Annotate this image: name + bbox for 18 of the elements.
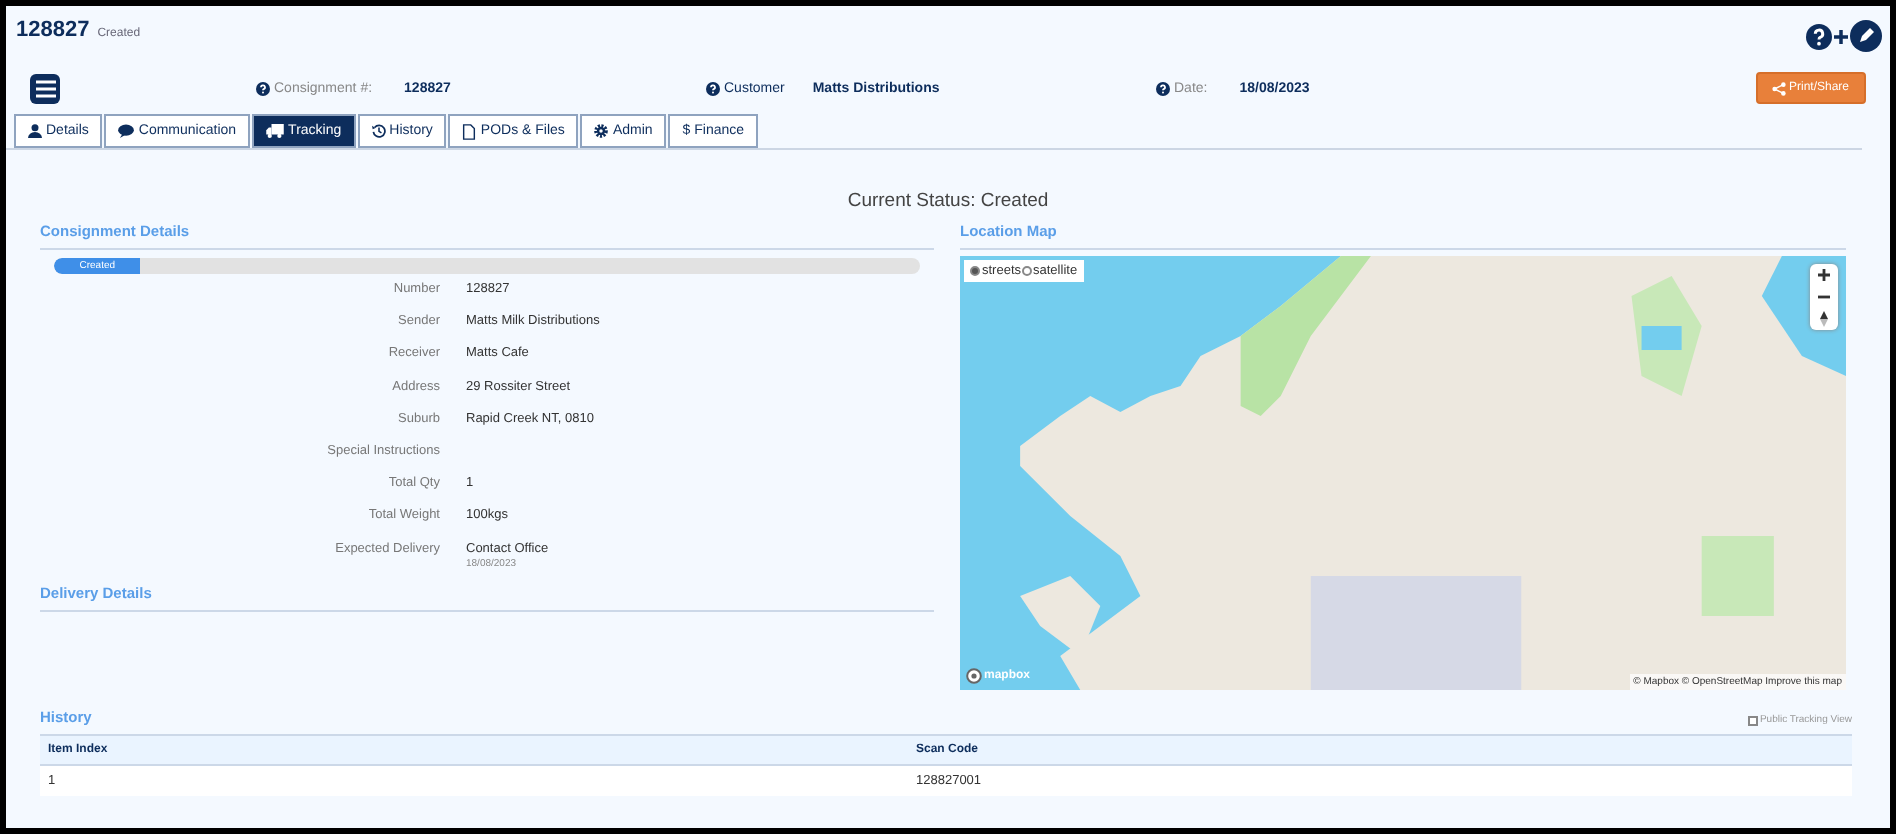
speech-bubble-icon xyxy=(118,124,135,138)
current-status-text: Current Status: Created xyxy=(845,190,1051,212)
menu-button[interactable] xyxy=(30,73,60,103)
history-icon xyxy=(371,124,386,138)
pencil-icon[interactable] xyxy=(1850,20,1882,52)
file-icon xyxy=(462,123,477,139)
help-icon[interactable] xyxy=(706,81,720,95)
truck-icon xyxy=(266,124,285,138)
help-icon[interactable] xyxy=(1806,23,1832,49)
help-icon[interactable] xyxy=(1156,81,1170,95)
plus-icon[interactable] xyxy=(1834,29,1848,43)
menu-icon xyxy=(35,79,55,97)
consignment-number: 128827 xyxy=(16,18,90,42)
person-icon xyxy=(28,124,42,138)
help-icon[interactable] xyxy=(256,81,270,95)
gear-icon xyxy=(594,124,609,138)
mapbox-logo-icon xyxy=(966,668,982,684)
share-icon xyxy=(1772,81,1787,95)
